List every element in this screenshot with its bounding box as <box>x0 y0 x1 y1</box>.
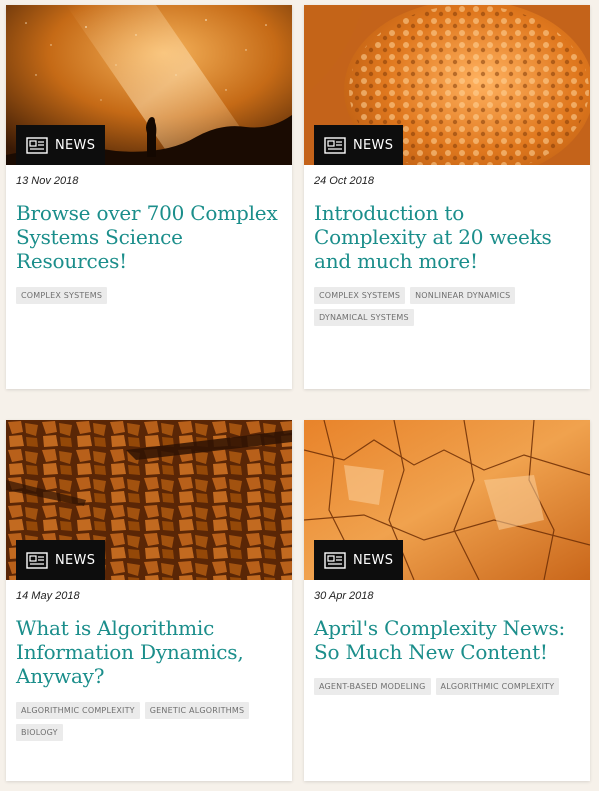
card-date: 24 Oct 2018 <box>314 175 374 187</box>
card-title[interactable]: Browse over 700 Complex Systems Science … <box>16 201 282 273</box>
news-card[interactable]: NEWS 13 Nov 2018 Browse over 700 Complex… <box>6 5 292 389</box>
tag-nonlinear-dynamics[interactable]: NONLINEAR DYNAMICS <box>410 287 516 304</box>
news-badge: NEWS <box>314 125 404 165</box>
card-title[interactable]: Introduction to Complexity at 20 weeks a… <box>314 201 580 273</box>
newspaper-icon <box>324 136 346 154</box>
card-date: 30 Apr 2018 <box>314 590 374 602</box>
tag-list: COMPLEX SYSTEMS <box>16 287 282 304</box>
news-card[interactable]: NEWS 14 May 2018 What is Algorithmic Inf… <box>6 420 292 781</box>
newspaper-icon <box>26 551 48 569</box>
tag-algorithmic-complexity[interactable]: ALGORITHMIC COMPLEXITY <box>16 702 140 719</box>
news-badge: NEWS <box>16 540 106 580</box>
card-date: 13 Nov 2018 <box>16 175 79 187</box>
card-title[interactable]: April's Complexity News: So Much New Con… <box>314 616 580 664</box>
tag-list: COMPLEX SYSTEMS NONLINEAR DYNAMICS DYNAM… <box>314 287 580 326</box>
card-image-starry-sky[interactable]: NEWS <box>6 5 292 165</box>
badge-label: NEWS <box>353 137 394 153</box>
badge-label: NEWS <box>55 552 96 568</box>
card-image-tree-canopy[interactable]: NEWS <box>6 420 292 580</box>
card-image-cell-cluster[interactable]: NEWS <box>304 5 590 165</box>
card-image-cracked-rock[interactable]: NEWS <box>304 420 590 580</box>
newspaper-icon <box>324 551 346 569</box>
tag-complex-systems[interactable]: COMPLEX SYSTEMS <box>314 287 406 304</box>
badge-label: NEWS <box>55 137 96 153</box>
news-badge: NEWS <box>314 540 404 580</box>
news-card[interactable]: NEWS 30 Apr 2018 April's Complexity News… <box>304 420 590 781</box>
tag-biology[interactable]: BIOLOGY <box>16 724 63 741</box>
tag-list: ALGORITHMIC COMPLEXITY GENETIC ALGORITHM… <box>16 702 282 741</box>
tag-genetic-algorithms[interactable]: GENETIC ALGORITHMS <box>144 702 250 719</box>
badge-label: NEWS <box>353 552 394 568</box>
tag-complex-systems[interactable]: COMPLEX SYSTEMS <box>16 287 108 304</box>
news-card[interactable]: NEWS 24 Oct 2018 Introduction to Complex… <box>304 5 590 389</box>
tag-algorithmic-complexity[interactable]: ALGORITHMIC COMPLEXITY <box>435 678 560 695</box>
news-badge: NEWS <box>16 125 106 165</box>
tag-list: AGENT-BASED MODELING ALGORITHMIC COMPLEX… <box>314 678 580 695</box>
tag-agent-based-modeling[interactable]: AGENT-BASED MODELING <box>314 678 431 695</box>
card-title[interactable]: What is Algorithmic Information Dynamics… <box>16 616 282 688</box>
newspaper-icon <box>26 136 48 154</box>
tag-dynamical-systems[interactable]: DYNAMICAL SYSTEMS <box>314 309 414 326</box>
card-date: 14 May 2018 <box>16 590 80 602</box>
